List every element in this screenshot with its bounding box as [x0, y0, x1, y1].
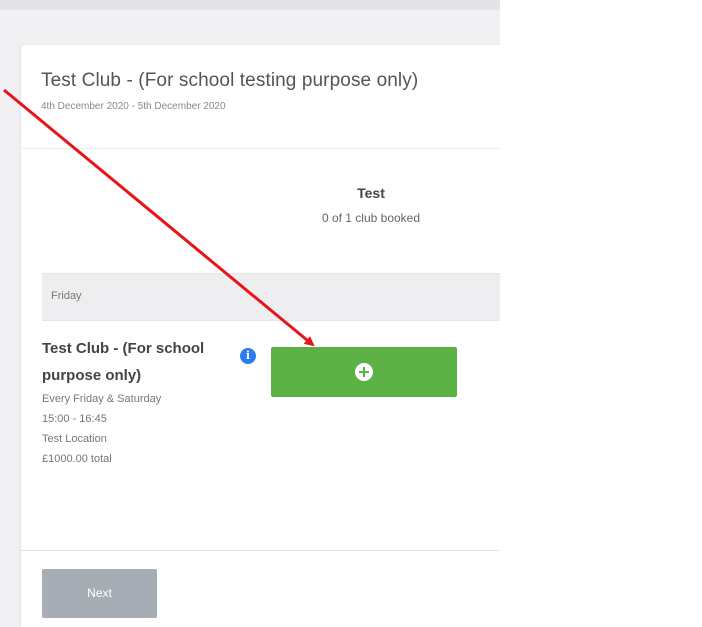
day-row: Friday — [42, 273, 500, 321]
club-dates: 4th December 2020 - 5th December 2020 — [41, 101, 226, 112]
info-icon[interactable]: i — [240, 348, 256, 364]
footer-divider — [21, 550, 500, 551]
add-session-button[interactable] — [271, 347, 457, 397]
session-details: Test Club - (For school purpose only) Ev… — [42, 335, 262, 469]
session-title: Test Club - (For school purpose only) — [42, 340, 205, 384]
booked-count: 0 of 1 club booked — [321, 211, 421, 225]
top-bar — [0, 0, 500, 10]
next-button[interactable]: Next — [42, 569, 157, 618]
session-schedule: Every Friday & Saturday — [42, 393, 162, 405]
header-divider — [21, 148, 500, 149]
session-time: 15:00 - 16:45 — [42, 413, 107, 425]
plus-circle-icon — [355, 363, 373, 381]
club-title: Test Club - (For school testing purpose … — [41, 70, 419, 91]
session-price: £1000.00 total — [42, 453, 112, 465]
page-viewport: Test Club - (For school testing purpose … — [0, 0, 500, 627]
card-header: Test Club - (For school testing purpose … — [21, 45, 500, 148]
session-location: Test Location — [42, 433, 107, 445]
column-title: Test — [357, 185, 385, 201]
column-header: Test 0 of 1 club booked — [279, 185, 463, 225]
day-label: Friday — [51, 290, 82, 302]
booking-card: Test Club - (For school testing purpose … — [21, 45, 500, 627]
